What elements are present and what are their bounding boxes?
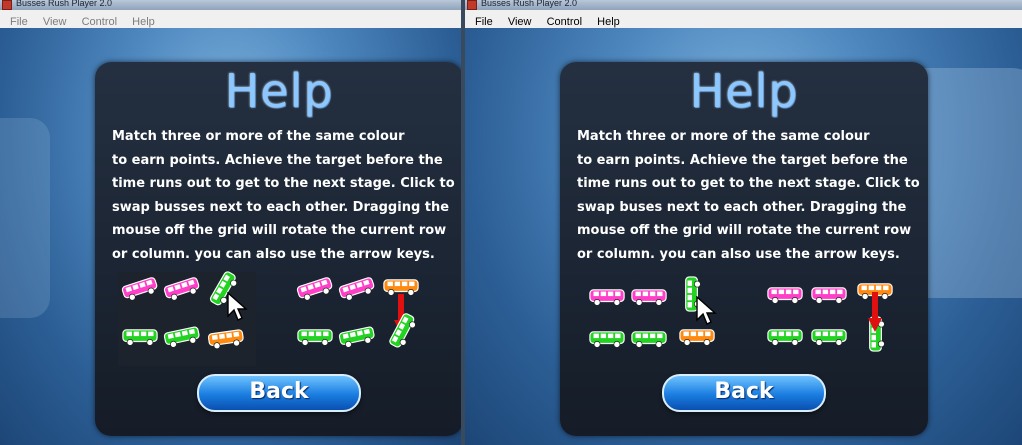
help-line: to earn points. Achieve the target befor… bbox=[577, 152, 908, 168]
menu-help[interactable]: Help bbox=[132, 14, 155, 28]
app-icon bbox=[467, 0, 477, 10]
window-title: Busses Rush Player 2.0 bbox=[16, 0, 113, 8]
help-line: mouse off the grid will rotate the curre… bbox=[112, 223, 447, 238]
bus-icon bbox=[122, 328, 158, 346]
game-area: Help Match three or more of the same col… bbox=[0, 28, 461, 445]
title-bar[interactable]: Busses Rush Player 2.0 bbox=[0, 0, 461, 10]
help-line: or column. you can also use the arrow ke… bbox=[577, 246, 900, 262]
bus-icon bbox=[162, 275, 202, 303]
help-panel: Help Match three or more of the same col… bbox=[560, 62, 928, 436]
bus-icon bbox=[589, 288, 625, 306]
app-icon bbox=[2, 0, 12, 10]
bus-icon bbox=[767, 328, 803, 346]
help-line: swap buses next to each other. Dragging … bbox=[577, 199, 907, 215]
game-window-right: Busses Rush Player 2.0 File View Control… bbox=[465, 0, 1022, 445]
help-line: time runs out to get to the next stage. … bbox=[577, 176, 920, 191]
bus-icon bbox=[631, 330, 667, 348]
help-line: time runs out to get to the next stage. … bbox=[112, 176, 455, 191]
menu-bar: File View Control Help bbox=[465, 10, 1022, 29]
menu-control[interactable]: Control bbox=[82, 14, 117, 28]
bus-icon bbox=[589, 330, 625, 348]
help-line: Match three or more of the same colour bbox=[112, 129, 405, 144]
bus-icon bbox=[295, 275, 335, 303]
title-bar[interactable]: Busses Rush Player 2.0 bbox=[465, 0, 1022, 10]
help-line: to earn points. Achieve the target befor… bbox=[112, 152, 443, 168]
background-bus-image bbox=[0, 118, 50, 318]
bus-icon bbox=[631, 288, 667, 306]
back-button[interactable]: Back bbox=[662, 374, 826, 412]
window-title: Busses Rush Player 2.0 bbox=[481, 0, 578, 8]
help-line: mouse off the grid will rotate the curre… bbox=[577, 223, 912, 238]
bus-icon bbox=[811, 286, 847, 304]
bus-icon bbox=[337, 275, 377, 303]
swap-example-before bbox=[585, 272, 723, 366]
bus-icon bbox=[297, 328, 333, 346]
bus-icon bbox=[207, 328, 245, 351]
swap-example-after bbox=[765, 272, 903, 366]
bus-icon bbox=[679, 328, 715, 346]
swap-example-after bbox=[295, 272, 433, 366]
menu-view[interactable]: View bbox=[508, 14, 532, 28]
help-instructions: Match three or more of the same colour t… bbox=[112, 125, 455, 266]
bus-icon bbox=[120, 275, 160, 303]
help-line: swap busses next to each other. Dragging… bbox=[112, 199, 450, 215]
menu-control[interactable]: Control bbox=[547, 14, 582, 28]
menu-file[interactable]: File bbox=[475, 14, 493, 28]
menu-help[interactable]: Help bbox=[597, 14, 620, 28]
mouse-cursor-icon bbox=[695, 296, 717, 326]
swap-example-before bbox=[118, 272, 256, 366]
game-area: Help Match three or more of the same col… bbox=[465, 28, 1022, 445]
help-title: Help bbox=[689, 64, 799, 118]
help-line: or column. you can also use the arrow ke… bbox=[112, 246, 435, 262]
menu-view[interactable]: View bbox=[43, 14, 67, 28]
bus-icon bbox=[811, 328, 847, 346]
help-panel: Help Match three or more of the same col… bbox=[95, 62, 461, 436]
help-title: Help bbox=[224, 64, 334, 118]
bus-icon bbox=[163, 324, 202, 349]
help-instructions: Match three or more of the same colour t… bbox=[577, 125, 920, 266]
bus-icon bbox=[767, 286, 803, 304]
bus-icon bbox=[387, 311, 420, 351]
menu-bar: File View Control Help bbox=[0, 10, 461, 29]
help-line: Match three or more of the same colour bbox=[577, 129, 870, 144]
menu-file[interactable]: File bbox=[10, 14, 28, 28]
back-button[interactable]: Back bbox=[197, 374, 361, 412]
game-window-left: Busses Rush Player 2.0 File View Control… bbox=[0, 0, 461, 445]
mouse-cursor-icon bbox=[226, 292, 248, 322]
bus-icon bbox=[338, 324, 377, 349]
down-arrow-icon bbox=[868, 292, 882, 332]
